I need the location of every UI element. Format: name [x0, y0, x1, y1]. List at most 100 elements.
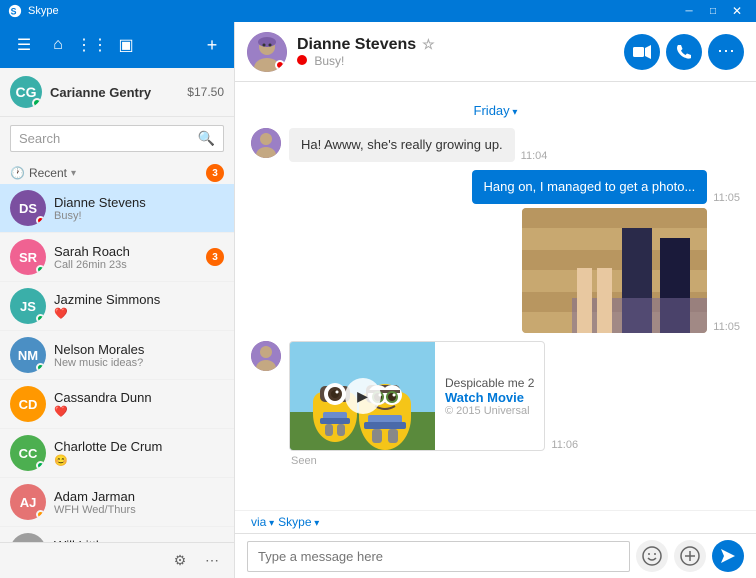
nelson-status-dot	[36, 363, 45, 372]
recent-text: Recent	[29, 166, 67, 180]
contact-avatar-jazmine: JS	[10, 288, 46, 324]
contact-name-adam: Adam Jarman	[54, 489, 224, 504]
favorite-star-icon[interactable]: ☆	[422, 36, 435, 53]
chat-header-info: Dianne Stevens ☆ Busy!	[297, 36, 435, 68]
contact-item-nelson[interactable]: NM Nelson Morales New music ideas?	[0, 331, 234, 380]
seen-label: Seen	[291, 455, 740, 467]
more-options-button[interactable]: ⋯	[198, 547, 226, 575]
contact-item-sarah[interactable]: SR Sarah Roach Call 26min 23s 3	[0, 233, 234, 282]
user-profile: CG Carianne Gentry $17.50	[0, 68, 234, 117]
busy-dot	[297, 55, 307, 65]
search-bar: 🔍	[0, 117, 234, 160]
chat-status-dot	[275, 60, 285, 70]
chat-header-status: Busy!	[297, 54, 435, 68]
msg-time-2: 11:05	[713, 192, 740, 204]
emoji-icon	[642, 546, 662, 566]
contact-name-cassandra: Cassandra Dunn	[54, 390, 224, 405]
contact-info-adam: Adam Jarman WFH Wed/Thurs	[54, 489, 224, 516]
contact-item-jazmine[interactable]: JS Jazmine Simmons ❤️	[0, 282, 234, 331]
contact-item-will[interactable]: WL Will Little Offline this afternoon	[0, 527, 234, 542]
settings-button[interactable]: ⚙	[166, 547, 194, 575]
movie-info: Despicable me 2 Watch Movie © 2015 Unive…	[435, 368, 544, 425]
titlebar: S Skype ─ □ ✕	[0, 0, 756, 22]
msg-time-3: 11:05	[713, 321, 740, 333]
video-icon	[633, 45, 651, 59]
msg-contact-photo-4	[251, 341, 281, 371]
contact-sub-adam: WFH Wed/Thurs	[54, 504, 224, 516]
via-label: via	[251, 515, 274, 529]
chat-actions: ⋯	[624, 34, 744, 70]
photo-svg	[522, 208, 707, 333]
contact-sub-sarah: Call 26min 23s	[54, 259, 206, 271]
contact-item-adam[interactable]: AJ Adam Jarman WFH Wed/Thurs	[0, 478, 234, 527]
messages-area[interactable]: Friday Ha! Awww, she's really growing up…	[235, 82, 756, 510]
contact-name-will: Will Little	[54, 538, 224, 543]
contacts-button[interactable]: ▣	[110, 29, 142, 61]
contact-status-text: Busy!	[314, 54, 344, 68]
msg-avatar-1	[251, 128, 281, 158]
minimize-button[interactable]: ─	[678, 3, 700, 19]
day-divider: Friday	[251, 102, 740, 120]
contact-info-sarah: Sarah Roach Call 26min 23s	[54, 244, 206, 271]
sidebar-bottom: ⚙ ⋯	[0, 542, 234, 578]
recent-label[interactable]: 🕐 Recent ▾	[10, 166, 76, 180]
sidebar-nav: ☰ ⌂ ⋮⋮ ▣ +	[0, 22, 234, 68]
maximize-button[interactable]: □	[702, 3, 724, 19]
contact-sub-jazmine: ❤️	[54, 307, 224, 320]
chat-header: Dianne Stevens ☆ Busy!	[235, 22, 756, 82]
chat-more-button[interactable]: ⋯	[708, 34, 744, 70]
emoji-button[interactable]	[636, 540, 668, 572]
movie-copyright: © 2015 Universal	[445, 405, 534, 417]
contact-avatar-will: WL	[10, 533, 46, 542]
contact-info-dianne: Dianne Stevens Busy!	[54, 195, 224, 222]
close-button[interactable]: ✕	[726, 3, 748, 19]
add-button[interactable]: +	[198, 31, 226, 59]
message-input[interactable]	[247, 541, 630, 572]
message-row-4: ▶ Despicable me 2 Watch Movie © 2015 Uni…	[251, 341, 740, 451]
contact-list: DS Dianne Stevens Busy! SR Sarah Roach C…	[0, 184, 234, 542]
user-credit: $17.50	[187, 85, 224, 99]
movie-link[interactable]: Watch Movie	[445, 390, 534, 405]
recent-header: 🕐 Recent ▾ 3	[0, 160, 234, 184]
add-attachment-button[interactable]	[674, 540, 706, 572]
grid-button[interactable]: ⋮⋮	[76, 29, 108, 61]
voice-call-button[interactable]	[666, 34, 702, 70]
day-label[interactable]: Friday	[474, 103, 518, 118]
sarah-status-dot	[36, 265, 45, 274]
video-call-button[interactable]	[624, 34, 660, 70]
contact-item-cassandra[interactable]: CD Cassandra Dunn ❤️	[0, 380, 234, 429]
add-icon	[680, 546, 700, 566]
search-input[interactable]	[19, 131, 198, 146]
contact-sub-nelson: New music ideas?	[54, 357, 224, 369]
titlebar-left: S Skype	[8, 4, 59, 18]
skype-icon: S	[8, 4, 22, 18]
search-button[interactable]: 🔍	[198, 130, 215, 147]
contact-avatar-nelson: NM	[10, 337, 46, 373]
user-status-dot	[32, 98, 42, 108]
contact-item-dianne[interactable]: DS Dianne Stevens Busy!	[0, 184, 234, 233]
contact-item-charlotte[interactable]: CC Charlotte De Crum 😊	[0, 429, 234, 478]
contact-name-sarah: Sarah Roach	[54, 244, 206, 259]
app-body: ☰ ⌂ ⋮⋮ ▣ + CG Carianne Gentry $17.50 🔍	[0, 22, 756, 578]
search-wrapper: 🔍	[10, 125, 224, 152]
recent-badge: 3	[206, 164, 224, 182]
dianne-status-dot	[36, 216, 45, 225]
charlotte-status-dot	[36, 461, 45, 470]
chat-header-avatar	[247, 32, 287, 72]
movie-thumbnail: ▶	[290, 342, 435, 450]
contact-sub-charlotte: 😊	[54, 454, 224, 467]
user-profile-left: CG Carianne Gentry	[10, 76, 151, 108]
contact-avatar-cassandra: CD	[10, 386, 46, 422]
msg-bubble-1: Ha! Awww, she's really growing up.	[289, 128, 515, 162]
movie-card[interactable]: ▶ Despicable me 2 Watch Movie © 2015 Uni…	[289, 341, 545, 451]
via-skype-link[interactable]: Skype	[278, 515, 319, 529]
msg-time-1: 11:04	[521, 150, 548, 162]
titlebar-title: Skype	[28, 5, 59, 17]
home-button[interactable]: ⌂	[42, 29, 74, 61]
contact-sub-dianne: Busy!	[54, 210, 224, 222]
send-button[interactable]	[712, 540, 744, 572]
contact-name-nelson: Nelson Morales	[54, 342, 224, 357]
play-button[interactable]: ▶	[345, 378, 381, 414]
hamburger-button[interactable]: ☰	[8, 29, 40, 61]
contact-avatar-sarah: SR	[10, 239, 46, 275]
